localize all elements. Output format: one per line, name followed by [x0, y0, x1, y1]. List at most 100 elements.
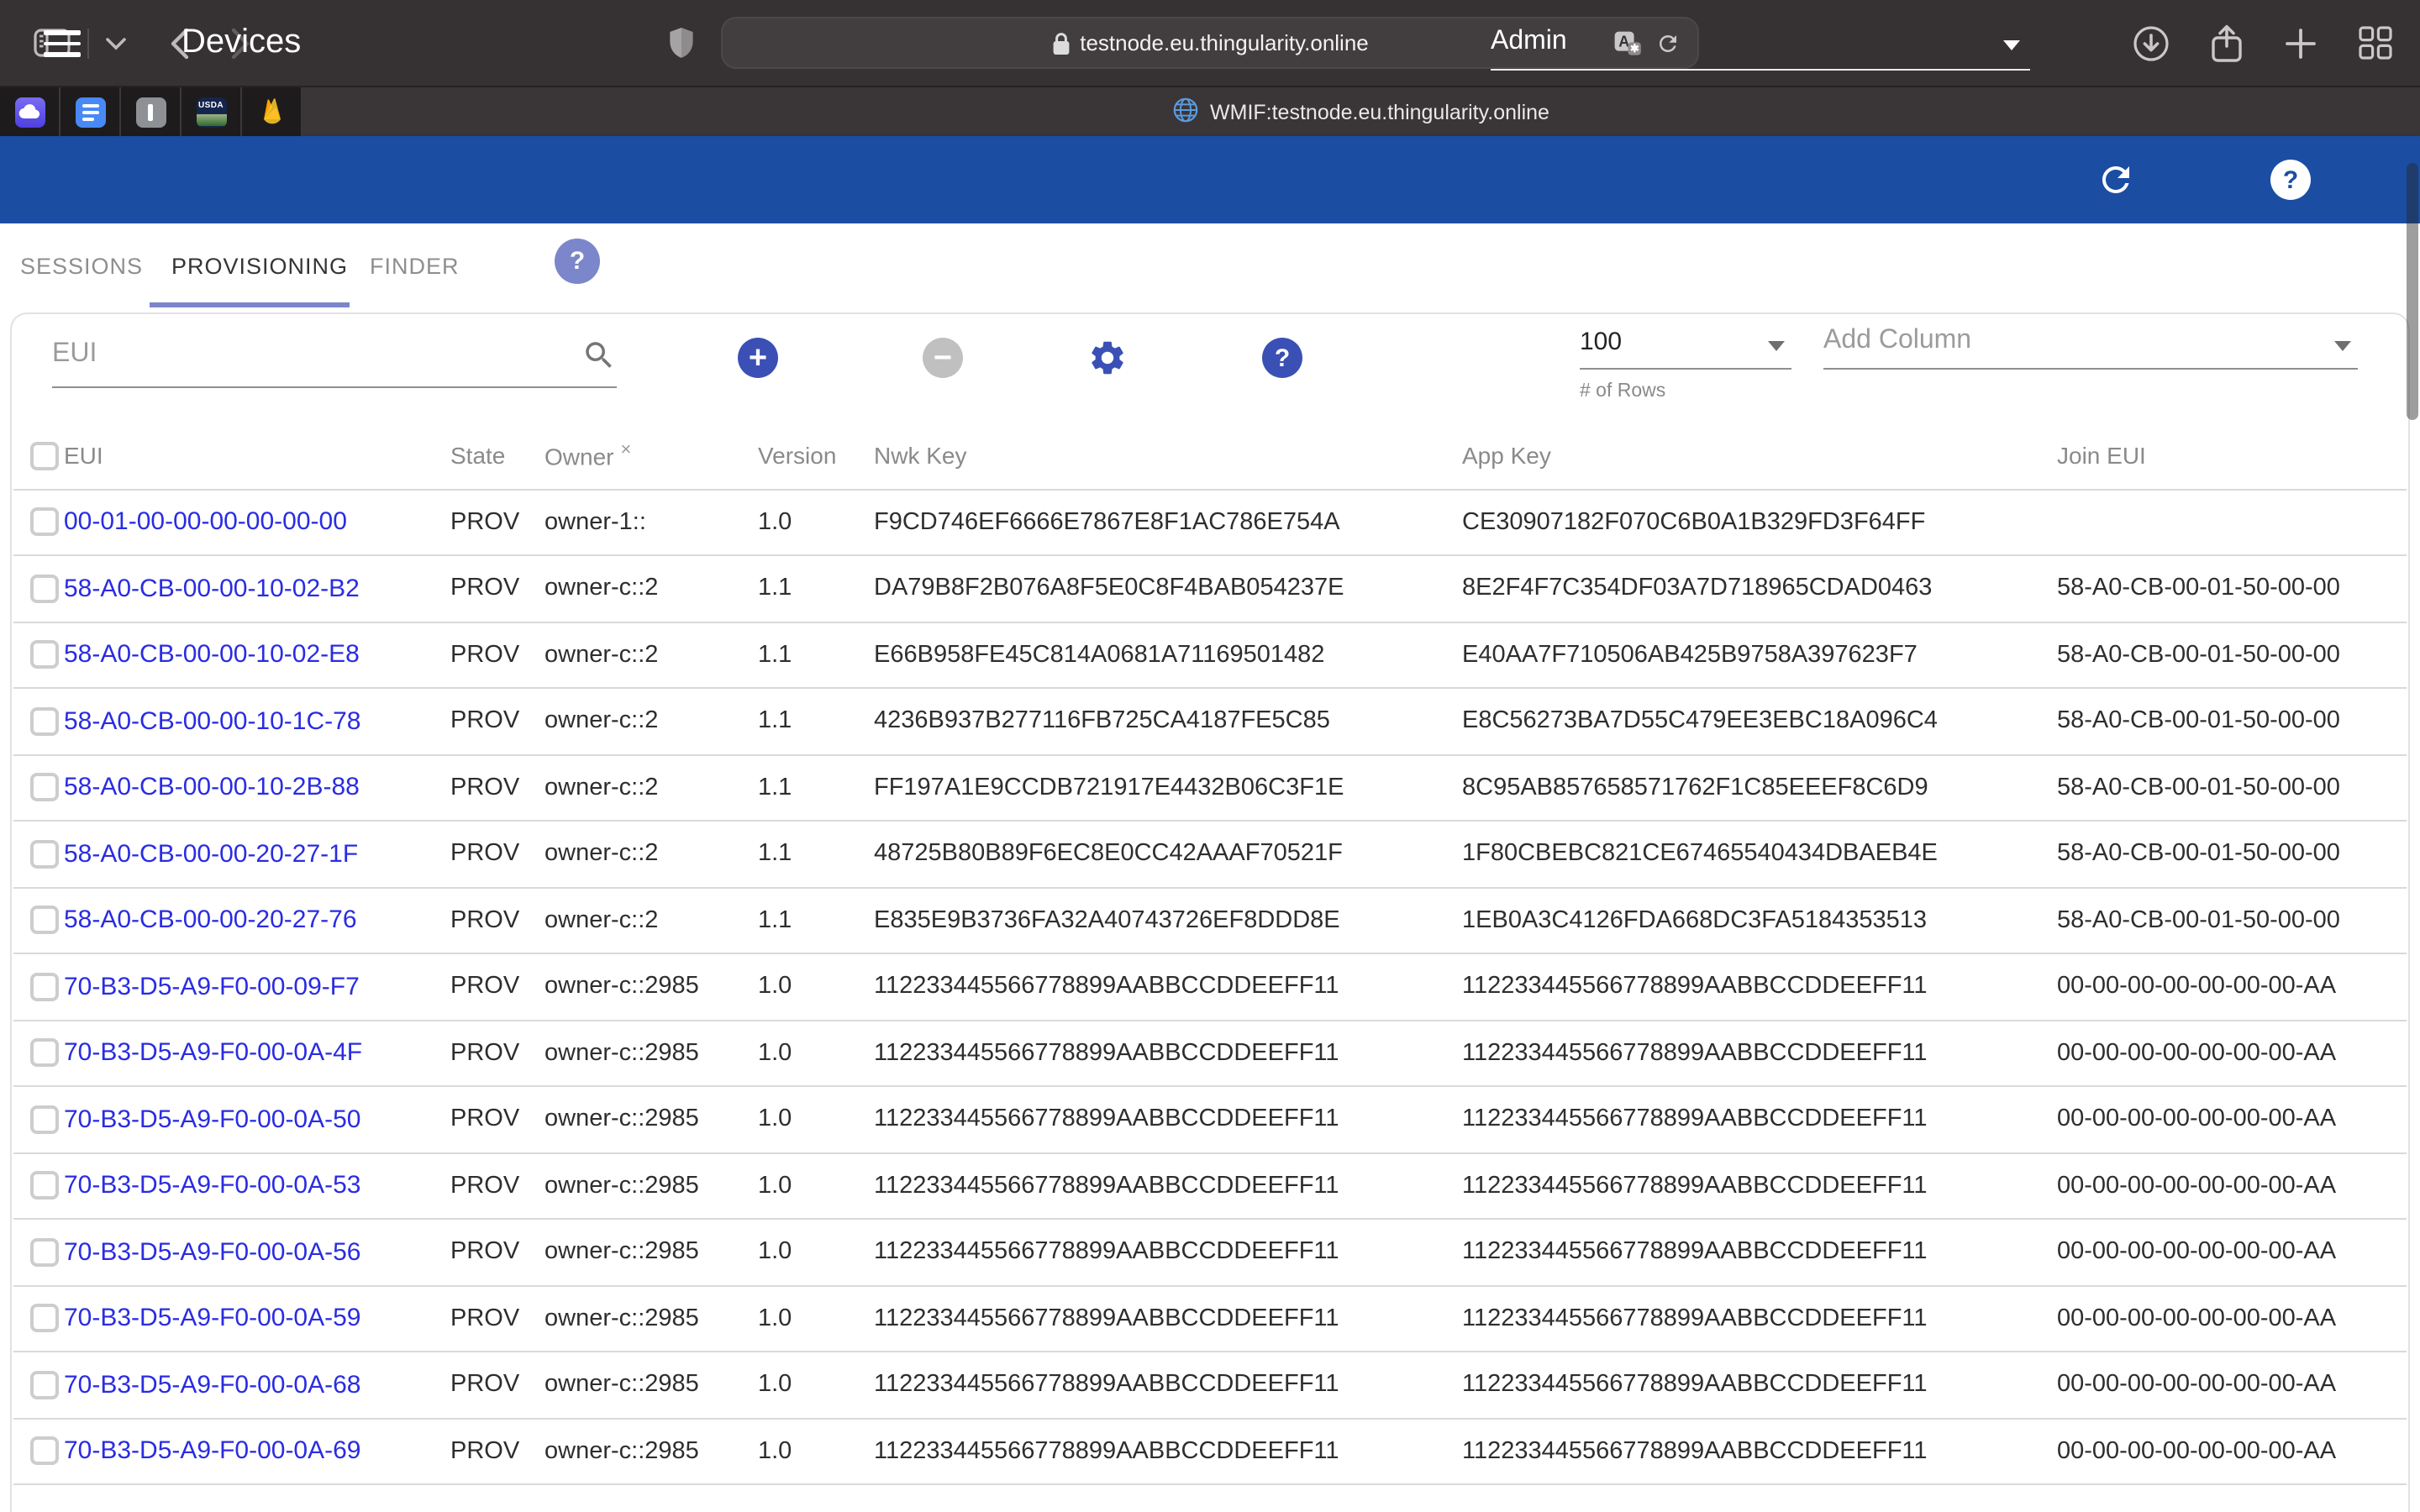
add-device-button[interactable]: + — [738, 338, 778, 378]
pinned-tab[interactable] — [242, 87, 302, 136]
eui-link[interactable]: 58-A0-CB-00-00-20-27-1F — [64, 821, 450, 887]
column-header-version[interactable]: Version — [758, 422, 874, 489]
nwk-key-cell: DA79B8F2B076A8F5E0C8F4BAB054237E — [874, 555, 1462, 622]
settings-gear-button[interactable] — [1087, 338, 1128, 378]
join-eui-cell: 58-A0-CB-00-01-50-00-00 — [2057, 821, 2407, 887]
eui-search-field[interactable]: EUI — [52, 328, 617, 388]
table-row: 58-A0-CB-00-00-20-27-76PROVowner-c::21.1… — [13, 887, 2407, 953]
owner-cell: owner-c::2 — [544, 821, 758, 887]
row-checkbox[interactable] — [30, 1172, 59, 1200]
table-header-row: EUI State Owner× Version Nwk Key App Key… — [13, 422, 2407, 489]
pinned-tab[interactable] — [60, 87, 121, 136]
table-row: 58-A0-CB-00-00-10-02-B2PROVowner-c::21.1… — [13, 555, 2407, 622]
add-column-select[interactable]: Add Column — [1823, 321, 2358, 370]
nwk-key-cell: 112233445566778899AABBCCDDEEFF11 — [874, 1352, 1462, 1418]
remove-column-icon[interactable]: × — [620, 440, 631, 460]
row-checkbox[interactable] — [30, 1437, 59, 1466]
column-header-owner[interactable]: Owner× — [544, 422, 758, 489]
tabs-help-button[interactable]: ? — [555, 239, 600, 284]
eui-link[interactable]: 58-A0-CB-00-00-10-02-E8 — [64, 622, 450, 688]
row-checkbox[interactable] — [30, 840, 59, 869]
account-select[interactable]: Admin — [1491, 22, 2030, 71]
toolbar-help-button[interactable]: ? — [1262, 338, 1302, 378]
header-help-button[interactable]: ? — [2270, 160, 2311, 200]
row-checkbox[interactable] — [30, 508, 59, 537]
active-tab[interactable]: WMIF:testnode.eu.thingularity.online — [302, 87, 2420, 136]
rows-per-page-select[interactable]: 100 — [1580, 321, 1791, 370]
select-all-checkbox[interactable] — [30, 441, 59, 470]
app-key-cell: 1EB0A3C4126FDA668DC3FA5184353513 — [1462, 887, 2057, 953]
globe-icon — [1173, 97, 1198, 127]
row-checkbox[interactable] — [30, 906, 59, 935]
eui-link[interactable]: 70-B3-D5-A9-F0-00-09-F7 — [64, 953, 450, 1020]
owner-cell: owner-c::2 — [544, 555, 758, 622]
row-checkbox[interactable] — [30, 1105, 59, 1134]
table-row: 58-A0-CB-00-00-20-27-1FPROVowner-c::21.1… — [13, 821, 2407, 887]
nwk-key-cell: 48725B80B89F6EC8E0CC42AAAF70521F — [874, 821, 1462, 887]
column-header-app-key[interactable]: App Key — [1462, 422, 2057, 489]
eui-link[interactable]: 70-B3-D5-A9-F0-00-0A-68 — [64, 1352, 450, 1418]
search-icon[interactable] — [581, 338, 617, 381]
eui-link[interactable]: 70-B3-D5-A9-F0-00-0A-53 — [64, 1152, 450, 1219]
state-cell: PROV — [450, 489, 544, 555]
eui-link[interactable]: 70-B3-D5-A9-F0-00-0A-69 — [64, 1418, 450, 1484]
row-checkbox[interactable] — [30, 707, 59, 736]
row-checkbox[interactable] — [30, 1305, 59, 1333]
nwk-key-cell: 112233445566778899AABBCCDDEEFF11 — [874, 1219, 1462, 1285]
tab-overview-icon[interactable] — [2358, 25, 2393, 60]
version-cell: 1.0 — [758, 1285, 874, 1352]
tab-provisioning[interactable]: PROVISIONING — [171, 254, 348, 279]
active-tab-indicator — [150, 302, 350, 307]
share-icon[interactable] — [2210, 23, 2244, 63]
row-checkbox[interactable] — [30, 774, 59, 802]
pinned-tab[interactable] — [121, 87, 182, 136]
version-cell: 1.1 — [758, 688, 874, 754]
privacy-shield-icon[interactable] — [669, 27, 694, 59]
pinned-tab[interactable] — [0, 87, 60, 136]
column-header-eui[interactable]: EUI — [64, 422, 450, 489]
eui-search-placeholder: EUI — [52, 339, 97, 370]
nwk-key-cell: 112233445566778899AABBCCDDEEFF11 — [874, 953, 1462, 1020]
state-cell: PROV — [450, 754, 544, 821]
eui-link[interactable]: 58-A0-CB-00-00-10-1C-78 — [64, 688, 450, 754]
rows-per-page-value: 100 — [1580, 328, 1622, 356]
pinned-tab[interactable]: USDA — [182, 87, 242, 136]
eui-link[interactable]: 58-A0-CB-00-00-10-02-B2 — [64, 555, 450, 622]
tab-sessions[interactable]: SESSIONS — [20, 254, 143, 279]
version-cell: 1.1 — [758, 622, 874, 688]
eui-link[interactable]: 70-B3-D5-A9-F0-00-0A-50 — [64, 1086, 450, 1152]
eui-link[interactable]: 58-A0-CB-00-00-10-2B-88 — [64, 754, 450, 821]
row-checkbox[interactable] — [30, 1238, 59, 1267]
row-checkbox[interactable] — [30, 1371, 59, 1399]
row-checkbox[interactable] — [30, 1039, 59, 1068]
join-eui-cell: 58-A0-CB-00-01-50-00-00 — [2057, 688, 2407, 754]
owner-cell: owner-c::2985 — [544, 1285, 758, 1352]
new-tab-icon[interactable] — [2284, 26, 2317, 60]
app-key-cell: 8C95AB857658571762F1C85EEEF8C6D9 — [1462, 754, 2057, 821]
remove-device-button[interactable]: − — [923, 338, 963, 378]
table-row: 58-A0-CB-00-00-10-2B-88PROVowner-c::21.1… — [13, 754, 2407, 821]
row-checkbox[interactable] — [30, 575, 59, 603]
join-eui-cell: 58-A0-CB-00-01-50-00-00 — [2057, 555, 2407, 622]
column-header-nwk-key[interactable]: Nwk Key — [874, 422, 1462, 489]
eui-link[interactable]: 70-B3-D5-A9-F0-00-0A-4F — [64, 1020, 450, 1086]
menu-icon[interactable] — [44, 30, 81, 57]
join-eui-cell: 58-A0-CB-00-01-50-00-00 — [2057, 887, 2407, 953]
eui-link[interactable]: 70-B3-D5-A9-F0-00-0A-59 — [64, 1285, 450, 1352]
row-checkbox[interactable] — [30, 973, 59, 1001]
downloads-icon[interactable] — [2133, 24, 2170, 61]
eui-link[interactable]: 58-A0-CB-00-00-20-27-76 — [64, 887, 450, 953]
sidebar-chevron-down-icon[interactable] — [106, 36, 126, 50]
eui-link[interactable]: 00-01-00-00-00-00-00-00 — [64, 489, 450, 555]
owner-cell: owner-c::2 — [544, 688, 758, 754]
devices-table: EUI State Owner× Version Nwk Key App Key… — [13, 422, 2407, 1485]
refresh-button[interactable] — [2096, 160, 2136, 200]
page-scrollbar-thumb[interactable] — [2407, 163, 2418, 420]
row-checkbox[interactable] — [30, 641, 59, 669]
eui-link[interactable]: 70-B3-D5-A9-F0-00-0A-56 — [64, 1219, 450, 1285]
nwk-key-cell: FF197A1E9CCDB721917E4432B06C3F1E — [874, 754, 1462, 821]
column-header-join-eui[interactable]: Join EUI — [2057, 422, 2407, 489]
column-header-state[interactable]: State — [450, 422, 544, 489]
nwk-key-cell: 112233445566778899AABBCCDDEEFF11 — [874, 1285, 1462, 1352]
tab-finder[interactable]: FINDER — [370, 254, 460, 279]
